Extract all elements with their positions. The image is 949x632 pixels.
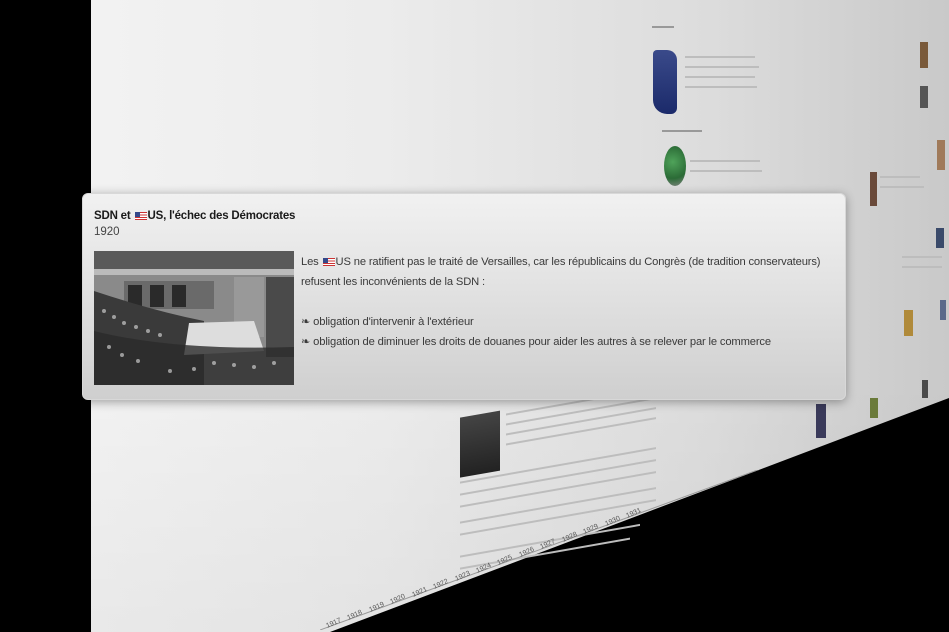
far-thumbnail[interactable] (936, 228, 944, 248)
description-line-1: Les US ne ratifient pas le traité de Ver… (301, 252, 831, 272)
distant-event-text (880, 176, 920, 178)
bullet-item: ❧ obligation de diminuer les droits de d… (301, 336, 771, 348)
description-line-2: refusent les inconvénients de la SDN : (301, 276, 485, 288)
far-thumbnail[interactable] (922, 380, 928, 398)
event-title-suffix: US, l'échec des Démocrates (147, 210, 296, 222)
distant-event-text (685, 86, 757, 88)
event-title: SDN et US, l'échec des Démocrates (94, 210, 295, 222)
far-thumbnail[interactable] (870, 172, 877, 206)
us-flag-icon (134, 212, 147, 220)
congress-photo[interactable] (94, 251, 294, 385)
event-popup-card[interactable]: SDN et US, l'échec des Démocrates 1920 L… (82, 193, 846, 400)
far-thumbnail[interactable] (920, 86, 928, 108)
congress-photo-icon (94, 251, 294, 385)
description-prefix: Les (301, 256, 322, 268)
event-description: Les US ne ratifient pas le traité de Ver… (301, 252, 831, 352)
bullet-item: ❧ obligation d'intervenir à l'extérieur (301, 316, 474, 328)
globe-thumbnail[interactable] (664, 146, 686, 186)
distant-event-title (652, 26, 674, 28)
distant-event-title (662, 130, 702, 132)
distant-event-text (690, 170, 762, 172)
distant-event-text (685, 76, 755, 78)
background-event-photo (460, 410, 500, 478)
description-line-1-text: US ne ratifient pas le traité de Versail… (335, 256, 821, 268)
far-thumbnail[interactable] (937, 140, 945, 170)
event-year: 1920 (94, 226, 120, 238)
distant-event-text (690, 160, 760, 162)
distant-event-text (685, 56, 755, 58)
far-thumbnail[interactable] (920, 42, 928, 68)
distant-event-text (685, 66, 759, 68)
timeline-axis[interactable]: 1917 1918 1919 1920 1921 1922 1923 1924 1925 1926… (320, 470, 949, 630)
far-thumbnail[interactable] (904, 310, 913, 336)
axis-line (320, 470, 760, 630)
far-thumbnail[interactable] (870, 398, 878, 418)
distant-event-text (902, 256, 942, 258)
distant-event-text (902, 266, 942, 268)
us-flag-icon (322, 258, 335, 266)
event-title-prefix: SDN et (94, 210, 134, 222)
far-thumbnail[interactable] (816, 404, 826, 438)
far-thumbnail[interactable] (940, 300, 946, 320)
distant-event-text (880, 186, 924, 188)
americas-map-thumbnail[interactable] (653, 50, 677, 114)
